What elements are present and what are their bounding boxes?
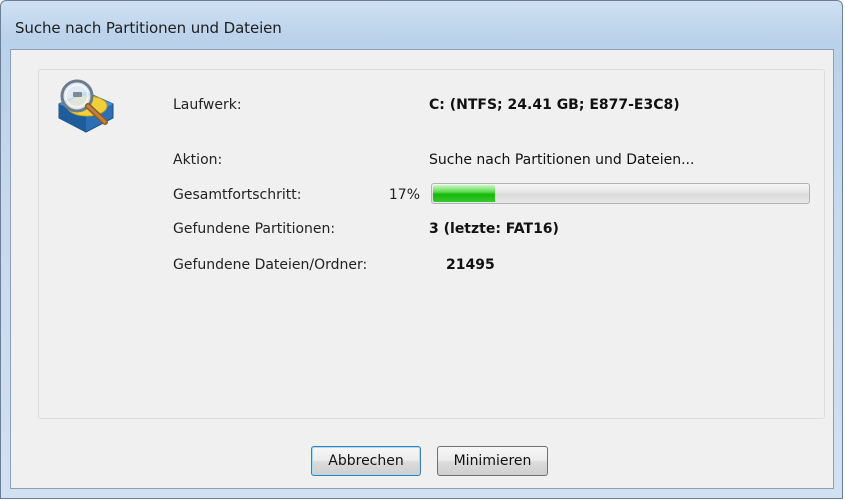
dialog-window: Suche nach Partitionen und Dateien Laufw… xyxy=(0,0,843,499)
drive-search-icon xyxy=(53,74,119,140)
action-value: Suche nach Partitionen und Dateien... xyxy=(429,152,695,168)
progress-percent: 17% xyxy=(388,187,420,203)
action-label: Aktion: xyxy=(173,152,223,168)
minimize-button[interactable]: Minimieren xyxy=(437,446,548,476)
dialog-body: Laufwerk: C: (NTFS; 24.41 GB; E877-E3C8)… xyxy=(10,49,834,489)
files-label: Gefundene Dateien/Ordner: xyxy=(173,257,368,273)
overall-progress-bar xyxy=(431,183,810,204)
partitions-label: Gefundene Partitionen: xyxy=(173,221,336,237)
drive-value: C: (NTFS; 24.41 GB; E877-E3C8) xyxy=(429,97,680,113)
window-title: Suche nach Partitionen und Dateien xyxy=(15,19,282,37)
cancel-button[interactable]: Abbrechen xyxy=(311,446,421,476)
info-group-box: Laufwerk: C: (NTFS; 24.41 GB; E877-E3C8)… xyxy=(38,69,825,419)
drive-label: Laufwerk: xyxy=(173,97,242,113)
progress-label: Gesamtfortschritt: xyxy=(173,187,302,203)
files-value: 21495 xyxy=(446,257,495,273)
partitions-value: 3 (letzte: FAT16) xyxy=(429,221,559,237)
progress-bar-fill xyxy=(433,185,496,202)
